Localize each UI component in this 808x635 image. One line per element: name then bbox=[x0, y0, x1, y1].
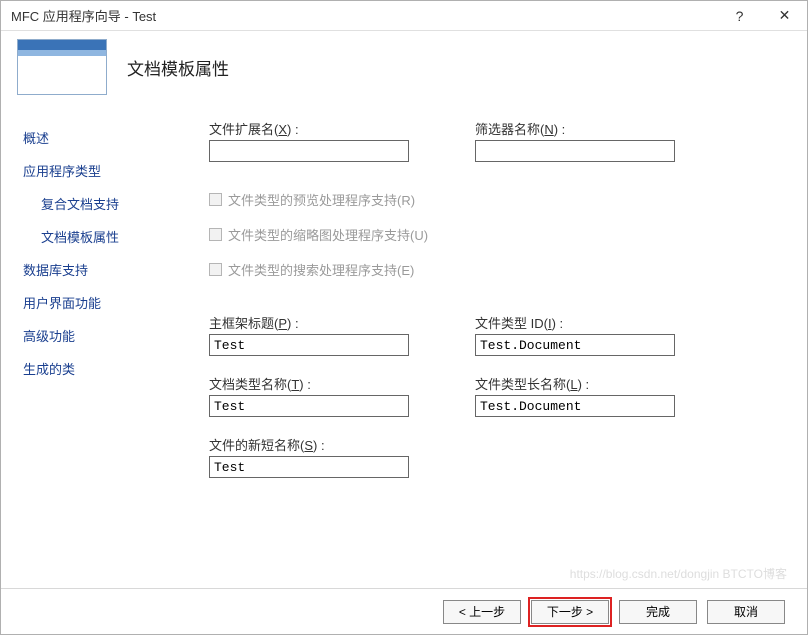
checkbox-icon bbox=[209, 193, 222, 206]
sidebar-item-database[interactable]: 数据库支持 bbox=[21, 253, 201, 286]
form: 文件扩展名(X) : 筛选器名称(N) : 文件类型的预览处理程序支持(R) 文… bbox=[209, 113, 787, 588]
checkbox-search-label: 文件类型的搜索处理程序支持(E) bbox=[228, 260, 414, 279]
main-frame-input[interactable] bbox=[209, 334, 409, 356]
titlebar: MFC 应用程序向导 - Test ? ✕ bbox=[1, 1, 807, 31]
help-button[interactable]: ? bbox=[717, 1, 762, 31]
footer: < 上一步 下一步 > 完成 取消 bbox=[1, 588, 807, 634]
sidebar-item-doc-template[interactable]: 文档模板属性 bbox=[21, 220, 201, 253]
doc-type-name-input[interactable] bbox=[209, 395, 409, 417]
sidebar: 概述 应用程序类型 复合文档支持 文档模板属性 数据库支持 用户界面功能 高级功… bbox=[21, 113, 201, 588]
checkbox-icon bbox=[209, 228, 222, 241]
page-title: 文档模板属性 bbox=[127, 55, 229, 80]
close-button[interactable]: ✕ bbox=[762, 1, 807, 31]
sidebar-item-app-type[interactable]: 应用程序类型 bbox=[21, 154, 201, 187]
next-button[interactable]: 下一步 > bbox=[531, 600, 609, 624]
sidebar-item-generated-classes[interactable]: 生成的类 bbox=[21, 352, 201, 385]
file-type-id-input[interactable] bbox=[475, 334, 675, 356]
filter-name-input[interactable] bbox=[475, 140, 675, 162]
window-title: MFC 应用程序向导 - Test bbox=[11, 6, 717, 25]
file-new-short-label: 文件的新短名称(S) : bbox=[209, 435, 409, 454]
header-thumbnail-icon bbox=[17, 39, 107, 95]
checkbox-search: 文件类型的搜索处理程序支持(E) bbox=[209, 260, 787, 279]
help-icon: ? bbox=[736, 8, 744, 24]
sidebar-item-compound-doc[interactable]: 复合文档支持 bbox=[21, 187, 201, 220]
checkbox-preview-label: 文件类型的预览处理程序支持(R) bbox=[228, 190, 415, 209]
file-type-long-label: 文件类型长名称(L) : bbox=[475, 374, 675, 393]
filter-name-label: 筛选器名称(N) : bbox=[475, 119, 675, 138]
checkbox-preview: 文件类型的预览处理程序支持(R) bbox=[209, 190, 787, 209]
sidebar-item-advanced[interactable]: 高级功能 bbox=[21, 319, 201, 352]
close-icon: ✕ bbox=[779, 7, 791, 24]
body: 概述 应用程序类型 复合文档支持 文档模板属性 数据库支持 用户界面功能 高级功… bbox=[1, 103, 807, 588]
sidebar-item-overview[interactable]: 概述 bbox=[21, 121, 201, 154]
finish-button[interactable]: 完成 bbox=[619, 600, 697, 624]
prev-button[interactable]: < 上一步 bbox=[443, 600, 521, 624]
checkbox-thumbnail-label: 文件类型的缩略图处理程序支持(U) bbox=[228, 225, 428, 244]
file-ext-input[interactable] bbox=[209, 140, 409, 162]
sidebar-item-ui-features[interactable]: 用户界面功能 bbox=[21, 286, 201, 319]
header: 文档模板属性 bbox=[1, 31, 807, 103]
file-type-id-label: 文件类型 ID(I) : bbox=[475, 313, 675, 332]
wizard-dialog: MFC 应用程序向导 - Test ? ✕ 文档模板属性 概述 应用程序类型 复… bbox=[0, 0, 808, 635]
file-new-short-input[interactable] bbox=[209, 456, 409, 478]
doc-type-name-label: 文档类型名称(T) : bbox=[209, 374, 409, 393]
cancel-button[interactable]: 取消 bbox=[707, 600, 785, 624]
file-ext-label: 文件扩展名(X) : bbox=[209, 119, 409, 138]
checkbox-icon bbox=[209, 263, 222, 276]
checkbox-thumbnail: 文件类型的缩略图处理程序支持(U) bbox=[209, 225, 787, 244]
main-frame-label: 主框架标题(P) : bbox=[209, 313, 409, 332]
file-type-long-input[interactable] bbox=[475, 395, 675, 417]
